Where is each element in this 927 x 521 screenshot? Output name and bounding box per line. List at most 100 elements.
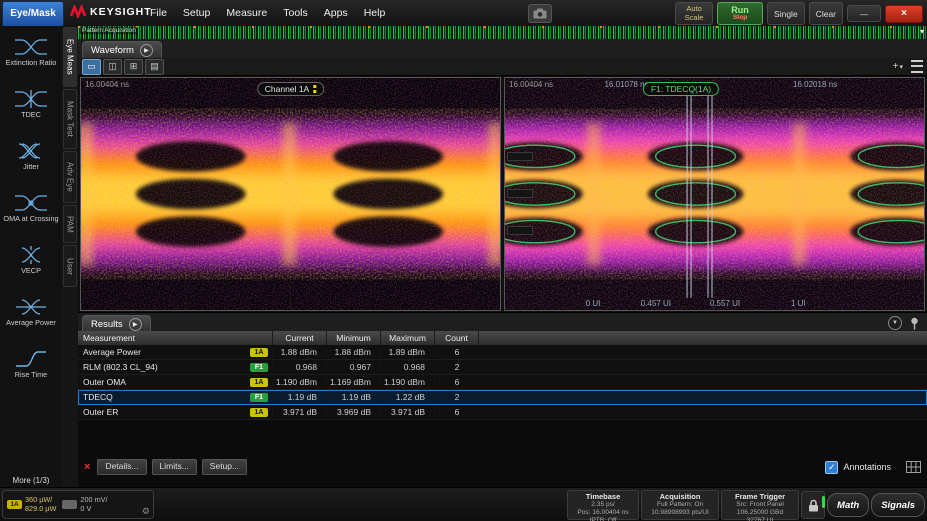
tdecq-function-badge[interactable]: F1: TDECQ(1A) (643, 82, 719, 96)
marker-tool-button[interactable]: + ▾ (893, 61, 903, 72)
timebase-scale: 2.35 ps/ (571, 501, 635, 509)
table-row-outer-er[interactable]: Outer ER 1A 3.971 dB 3.969 dB 3.971 dB 6 (78, 405, 927, 420)
sidebar-item-average-power[interactable]: Average Power (0, 286, 62, 338)
layout-stack-button[interactable]: ▤ (145, 59, 164, 75)
col-measurement[interactable]: Measurement (78, 331, 272, 345)
timebase-panel[interactable]: Timebase 2.35 ps/ Pos: 16.00404 ns IPTB:… (567, 490, 639, 520)
acquisition-panel[interactable]: Acquisition Full Pattern: On 10.98998993… (641, 490, 719, 520)
channel-1a-badge[interactable]: Channel 1A (257, 82, 324, 96)
plus-icon: + (893, 61, 899, 72)
tab-pam[interactable]: PAM (63, 205, 77, 243)
table-row-tdecq-selected[interactable]: TDECQ F1 1.19 dB 1.19 dB 1.22 dB 2 (78, 390, 927, 405)
measurement-sidebar: Extinction Ratio TDEC Jitter OMA at Cros… (0, 26, 63, 487)
col-maximum[interactable]: Maximum (380, 331, 434, 345)
col-count[interactable]: Count (434, 331, 478, 345)
sidebar-item-label: Average Power (4, 319, 58, 327)
annotations-checkbox[interactable]: ✓ (825, 461, 838, 474)
eye-diagram-left[interactable]: 16.00404 ns Channel 1A (80, 77, 501, 311)
results-table-header: Measurement Current Minimum Maximum Coun… (78, 331, 927, 346)
sidebar-item-jitter[interactable]: Jitter (0, 130, 62, 182)
pin-icon[interactable] (910, 317, 919, 330)
menu-apps[interactable]: Apps (324, 7, 348, 19)
table-grid-icon[interactable] (906, 461, 921, 473)
table-row-average-power[interactable]: Average Power 1A 1.88 dBm 1.88 dBm 1.89 … (78, 345, 927, 360)
menu-help[interactable]: Help (364, 7, 386, 19)
value-maximum: 3.971 dB (380, 407, 434, 417)
collapse-panel-button[interactable]: ▼ (888, 316, 902, 330)
tab-mask-test[interactable]: Mask Test (63, 89, 77, 149)
tab-waveform[interactable]: Waveform ▶ (82, 41, 162, 59)
value-count: 6 (434, 347, 479, 357)
table-row-outer-oma[interactable]: Outer OMA 1A 1.190 dBm 1.169 dBm 1.190 d… (78, 375, 927, 390)
sidebar-item-label: Jitter (21, 163, 41, 171)
menu-file[interactable]: File (150, 7, 167, 19)
plot-menu-icon[interactable] (911, 60, 923, 73)
auto-scale-button[interactable]: Auto Scale (675, 2, 713, 25)
source-badge-1a: 1A (250, 378, 268, 387)
menu-tools[interactable]: Tools (283, 7, 308, 19)
layout-single-button[interactable]: ▭ (82, 59, 101, 75)
col-minimum[interactable]: Minimum (326, 331, 380, 345)
lock-button[interactable] (801, 491, 825, 519)
clear-button[interactable]: Clear (809, 2, 843, 25)
sidebar-item-rise-time[interactable]: Rise Time (0, 338, 62, 390)
axis-label-0ui: 0 UI (586, 299, 601, 308)
pattern-acquisition-strip[interactable]: Pattern Acquisition ▾ (78, 26, 927, 39)
sidebar-item-oma-at-crossing[interactable]: OMA at Crossing (0, 182, 62, 234)
lock-status-led (822, 496, 825, 508)
layout-quad-button[interactable]: ⊞ (124, 59, 143, 75)
value-current: 0.968 (272, 362, 326, 372)
eye-mask-mode-button[interactable]: Eye/Mask (2, 1, 64, 27)
limit-fail-icon: × (84, 461, 90, 473)
close-icon: × (901, 8, 907, 19)
channel-2-status[interactable]: 200 mV/ 0 V (62, 496, 107, 514)
measurement-name: RLM (802.3 CL_94) (78, 362, 246, 372)
value-minimum: 3.969 dB (326, 407, 380, 417)
menu-measure[interactable]: Measure (226, 7, 267, 19)
details-button[interactable]: Details... (97, 459, 146, 475)
frame-trigger-ui: 32767 UI (725, 517, 795, 521)
keysight-brand: KEYSIGHT (70, 5, 152, 18)
channel-1a-status[interactable]: 1A 360 µW/ 829.0 µW (7, 496, 56, 514)
acquisition-full-pattern: Full Pattern: On (645, 501, 715, 509)
results-button-row: × Details... Limits... Setup... ✓ Annota… (78, 459, 927, 475)
signals-button[interactable]: Signals (871, 493, 925, 517)
sidebar-item-tdec[interactable]: TDEC (0, 78, 62, 130)
sidebar-item-vecp[interactable]: VECP (0, 234, 62, 286)
waveform-tab-menu-button[interactable]: ▶ (140, 44, 153, 57)
menu-setup[interactable]: Setup (183, 7, 210, 19)
tab-eye-meas[interactable]: Eye Meas (63, 27, 77, 87)
status-bar: 1A 360 µW/ 829.0 µW 200 mV/ 0 V ⚙ Timeba… (0, 487, 927, 521)
limits-button[interactable]: Limits... (152, 459, 197, 475)
setup-button[interactable]: Setup... (202, 459, 247, 475)
col-filler (478, 331, 927, 345)
channel-badge-label: Channel 1A (265, 84, 309, 94)
eye-diagram-right[interactable]: 16.00404 ns 16.01078 ns F1: TDECQ(1A) 16… (504, 77, 925, 311)
col-current[interactable]: Current (272, 331, 326, 345)
pattern-strip-dropdown-icon[interactable]: ▾ (920, 27, 924, 36)
tab-user[interactable]: User (63, 245, 77, 287)
results-tab-menu-button[interactable]: ▶ (129, 318, 142, 331)
gear-icon[interactable]: ⚙ (142, 506, 150, 517)
math-button[interactable]: Math (827, 493, 869, 517)
screenshot-camera-button[interactable] (528, 4, 552, 23)
table-row-rlm[interactable]: RLM (802.3 CL_94) F1 0.968 0.967 0.968 2 (78, 360, 927, 375)
frame-trigger-panel[interactable]: Frame Trigger Src: Front Panel 106.25000… (721, 490, 799, 520)
results-panel-controls: ▼ (888, 316, 919, 330)
level-marker (507, 189, 533, 198)
sidebar-more-button[interactable]: More (1/3) (0, 476, 62, 485)
sidebar-item-extinction-ratio[interactable]: Extinction Ratio (0, 26, 62, 78)
single-button[interactable]: Single (767, 2, 805, 25)
value-count: 6 (434, 377, 479, 387)
minimize-button[interactable]: — (847, 5, 881, 22)
timebase-position: Pos: 16.00404 ns (571, 509, 635, 517)
layout-split-icon: ◫ (108, 61, 117, 72)
tab-adv-eye[interactable]: Adv Eye (63, 151, 77, 203)
layout-split-button[interactable]: ◫ (103, 59, 122, 75)
source-badge-1a: 1A (250, 348, 268, 357)
close-button[interactable]: × (885, 5, 923, 23)
play-icon: ▶ (133, 321, 138, 328)
brand-text: KEYSIGHT (90, 6, 152, 18)
run-stop-button[interactable]: Run Stop (717, 2, 763, 25)
right-plot-timestamp-right: 16.02018 ns (793, 80, 837, 89)
